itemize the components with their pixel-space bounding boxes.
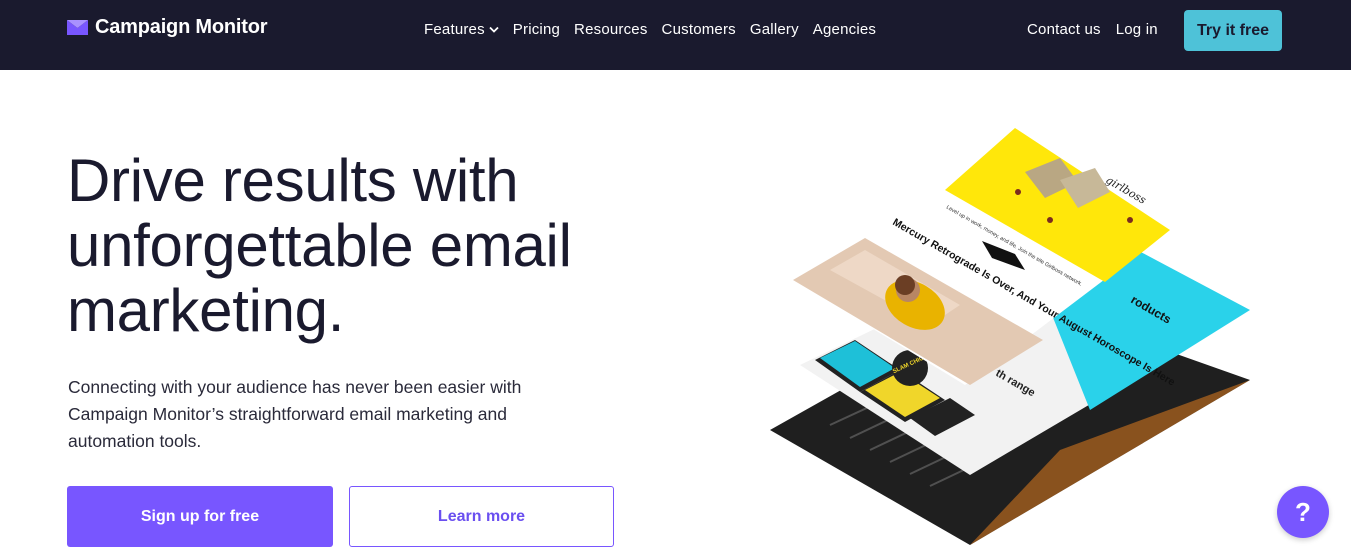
hero-subtitle: Connecting with your audience has never …	[68, 377, 522, 451]
chevron-down-icon	[489, 26, 499, 33]
nav-features-label: Features	[424, 21, 485, 38]
sign-up-button[interactable]: Sign up for free	[67, 486, 333, 547]
primary-nav: Features Pricing Resources Customers Gal…	[424, 21, 876, 38]
email-templates-illustration: roducts th range SLAM CHICKEN girlboss L…	[770, 128, 1250, 545]
top-navigation: Campaign Monitor Features Pricing Resour…	[0, 0, 1351, 70]
brand-logo[interactable]: Campaign Monitor	[67, 16, 268, 39]
nav-contact-us[interactable]: Contact us	[1027, 21, 1101, 38]
secondary-nav: Contact us Log in	[1027, 21, 1158, 38]
nav-pricing[interactable]: Pricing	[513, 21, 560, 38]
help-button[interactable]: ?	[1277, 486, 1329, 538]
question-icon: ?	[1295, 496, 1311, 527]
hero-title: Drive results with unforgettable email m…	[67, 147, 572, 344]
nav-log-in[interactable]: Log in	[1116, 21, 1158, 38]
nav-customers[interactable]: Customers	[662, 21, 736, 38]
campaign-monitor-logo-icon	[67, 20, 88, 35]
brand-name: Campaign Monitor	[95, 16, 268, 38]
learn-more-button[interactable]: Learn more	[349, 486, 614, 547]
nav-agencies[interactable]: Agencies	[813, 21, 876, 38]
nav-gallery[interactable]: Gallery	[750, 21, 799, 38]
nav-features[interactable]: Features	[424, 21, 499, 38]
nav-resources[interactable]: Resources	[574, 21, 648, 38]
try-it-free-button[interactable]: Try it free	[1184, 10, 1282, 51]
